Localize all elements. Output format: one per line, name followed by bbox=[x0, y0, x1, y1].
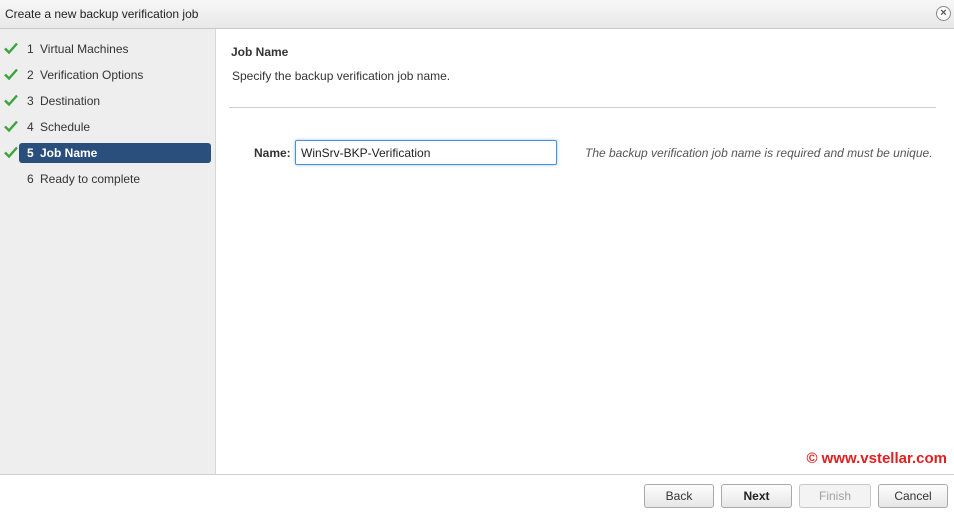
step-label: Verification Options bbox=[40, 68, 144, 82]
back-button[interactable]: Back bbox=[644, 484, 714, 508]
step-number: 2 bbox=[27, 68, 34, 82]
job-name-input[interactable] bbox=[295, 140, 557, 165]
finish-button[interactable]: Finish bbox=[799, 484, 871, 508]
step-schedule[interactable]: 4 Schedule bbox=[0, 117, 216, 137]
step-virtual-machines[interactable]: 1 Virtual Machines bbox=[0, 39, 216, 59]
step-label: Job Name bbox=[40, 146, 98, 160]
checkmark-icon bbox=[4, 42, 18, 55]
main-content: Job Name Specify the backup verification… bbox=[217, 29, 954, 474]
step-number: 5 bbox=[27, 146, 34, 160]
cancel-button[interactable]: Cancel bbox=[878, 484, 948, 508]
checkmark-icon bbox=[4, 94, 18, 107]
next-button[interactable]: Next bbox=[721, 484, 792, 508]
name-label: Name: bbox=[254, 146, 291, 160]
dialog-title: Create a new backup verification job bbox=[5, 7, 199, 21]
name-hint: The backup verification job name is requ… bbox=[585, 146, 933, 160]
step-label: Destination bbox=[40, 94, 101, 108]
title-bar: Create a new backup verification job × bbox=[0, 0, 954, 29]
wizard-steps-sidebar: 1 Virtual Machines 2 Verification Option… bbox=[0, 29, 216, 474]
step-verification-options[interactable]: 2 Verification Options bbox=[0, 65, 216, 85]
step-label: Virtual Machines bbox=[40, 42, 129, 56]
page-title: Job Name bbox=[231, 45, 289, 59]
checkmark-icon bbox=[4, 68, 18, 81]
checkmark-icon bbox=[4, 146, 18, 159]
step-number: 3 bbox=[27, 94, 34, 108]
step-number: 6 bbox=[27, 172, 34, 186]
wizard-footer: Back Next Finish Cancel bbox=[0, 474, 954, 514]
watermark-text: © www.vstellar.com bbox=[806, 450, 947, 467]
page-description: Specify the backup verification job name… bbox=[232, 69, 451, 83]
step-destination[interactable]: 3 Destination bbox=[0, 91, 216, 111]
close-icon[interactable]: × bbox=[936, 6, 951, 21]
checkmark-icon bbox=[4, 120, 18, 133]
step-label: Ready to complete bbox=[40, 172, 141, 186]
step-number: 4 bbox=[27, 120, 34, 134]
step-label: Schedule bbox=[40, 120, 91, 134]
step-job-name[interactable]: 5 Job Name bbox=[0, 143, 216, 163]
step-ready-to-complete[interactable]: 6 Ready to complete bbox=[0, 169, 216, 189]
step-number: 1 bbox=[27, 42, 34, 56]
divider bbox=[229, 107, 936, 108]
